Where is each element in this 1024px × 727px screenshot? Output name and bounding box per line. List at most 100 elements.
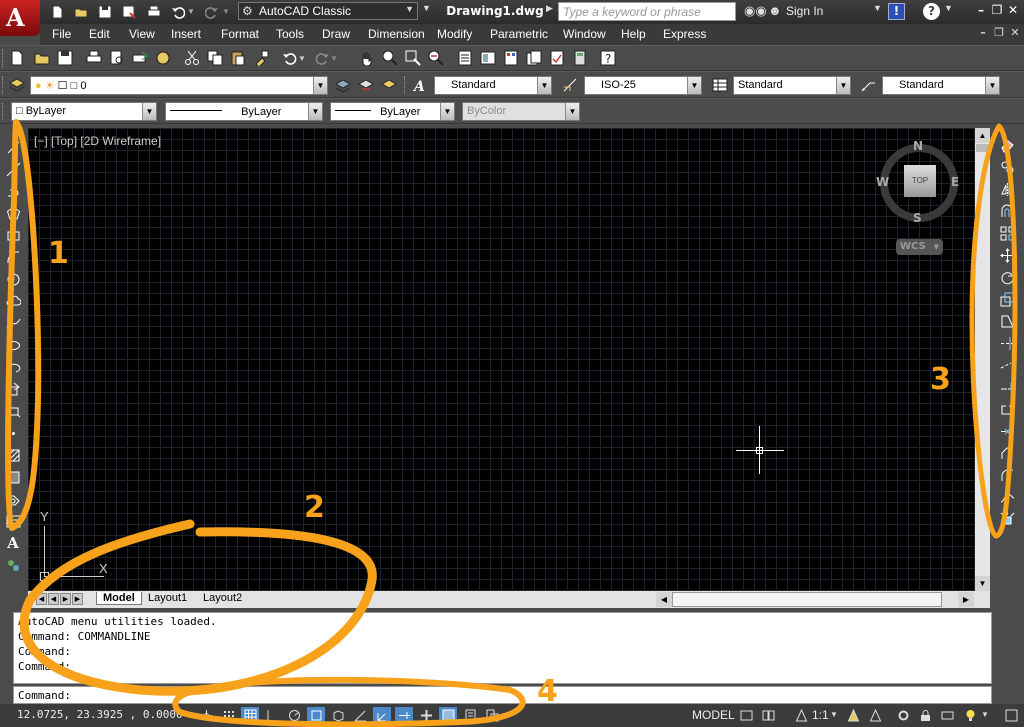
compass-south[interactable]: S xyxy=(913,211,922,225)
offset-icon[interactable] xyxy=(998,202,1016,220)
drawing-canvas[interactable]: [−] [Top] [2D Wireframe] N S E W TOP WCS… xyxy=(28,128,975,591)
point-icon[interactable] xyxy=(4,424,22,442)
undo-icon[interactable] xyxy=(169,3,187,20)
doc-close-icon[interactable]: ✕ xyxy=(1008,26,1022,40)
gradient-icon[interactable] xyxy=(4,468,22,486)
break-at-point-icon[interactable] xyxy=(998,378,1016,396)
quick-view-drawings-icon[interactable] xyxy=(759,707,777,724)
redo-dropdown-icon[interactable]: ▼ xyxy=(221,3,231,20)
scroll-left-button[interactable]: ◀ xyxy=(656,592,672,607)
ortho-mode-icon[interactable] xyxy=(263,707,281,724)
multileader-style-select[interactable]: Standard ▼ xyxy=(882,76,1000,95)
toolbar-grip[interactable] xyxy=(404,76,407,94)
chevron-down-icon[interactable]: ▼ xyxy=(944,3,953,13)
make-block-icon[interactable] xyxy=(4,402,22,420)
linetype-select[interactable]: ByLayer ▼ xyxy=(165,102,323,121)
menu-file[interactable]: File xyxy=(52,27,71,41)
table-icon[interactable] xyxy=(4,512,22,530)
scroll-right-button[interactable]: ▶ xyxy=(958,592,974,607)
rectangle-icon[interactable] xyxy=(4,226,22,244)
workspace-select[interactable]: ⚙ AutoCAD Classic ▼ xyxy=(238,2,418,20)
annotation-visibility-icon[interactable] xyxy=(844,707,862,724)
zoom-previous-icon[interactable] xyxy=(426,48,446,68)
erase-icon[interactable] xyxy=(998,136,1016,154)
application-menu-button[interactable]: A xyxy=(0,0,40,36)
annotation-scale-value[interactable]: 1:1 xyxy=(812,708,829,722)
insert-block-icon[interactable] xyxy=(4,380,22,398)
quick-calc-icon[interactable] xyxy=(570,48,590,68)
text-style-select[interactable]: Standard ▼ xyxy=(434,76,552,95)
table-style-select[interactable]: Standard ▼ xyxy=(733,76,851,95)
layer-properties-icon[interactable] xyxy=(7,75,27,95)
scroll-up-button[interactable]: ▲ xyxy=(975,128,990,143)
qnew-icon[interactable] xyxy=(7,48,27,68)
table-style-icon[interactable] xyxy=(710,75,730,95)
chevron-down-icon[interactable]: ▼ xyxy=(830,710,838,719)
transparency-icon[interactable] xyxy=(439,707,457,724)
snap-mode-icon[interactable] xyxy=(219,707,237,724)
menu-window[interactable]: Window xyxy=(563,27,606,41)
break-icon[interactable] xyxy=(998,400,1016,418)
minimize-icon[interactable]: – xyxy=(974,3,988,17)
dimension-style-select[interactable]: ISO-25 ▼ xyxy=(584,76,702,95)
tab-layout1[interactable]: Layout1 xyxy=(142,592,193,604)
move-icon[interactable] xyxy=(998,246,1016,264)
horizontal-scroll-thumb[interactable] xyxy=(672,592,942,607)
save-icon[interactable] xyxy=(96,3,114,20)
search-input[interactable]: Type a keyword or phrase xyxy=(558,2,736,21)
match-properties-icon[interactable] xyxy=(251,48,271,68)
arc-icon[interactable] xyxy=(4,248,22,266)
chamfer-icon[interactable] xyxy=(998,444,1016,462)
menu-tools[interactable]: Tools xyxy=(276,27,304,41)
scroll-thumb[interactable] xyxy=(976,144,989,152)
pan-icon[interactable] xyxy=(357,48,377,68)
fillet-icon[interactable] xyxy=(998,466,1016,484)
tab-model[interactable]: Model xyxy=(96,592,142,605)
coordinate-display[interactable]: 12.0725, 23.3925 , 0.0000 xyxy=(17,708,183,721)
dynamic-input-icon[interactable] xyxy=(395,707,413,724)
layer-states-icon[interactable] xyxy=(379,75,399,95)
add-selected-icon[interactable] xyxy=(4,556,22,574)
scroll-down-button[interactable]: ▼ xyxy=(975,576,990,591)
menu-parametric[interactable]: Parametric xyxy=(490,27,548,41)
lock-ui-icon[interactable] xyxy=(916,707,934,724)
design-center-icon[interactable] xyxy=(478,48,498,68)
markup-set-icon[interactable] xyxy=(547,48,567,68)
save-as-icon[interactable] xyxy=(120,3,138,20)
copy-icon[interactable] xyxy=(998,158,1016,176)
zoom-window-icon[interactable] xyxy=(403,48,423,68)
annotation-scale-icon[interactable] xyxy=(792,707,810,724)
stretch-icon[interactable] xyxy=(998,312,1016,330)
customize-qat-icon[interactable]: ▼ xyxy=(422,3,431,13)
chevron-down-icon[interactable]: ▼ xyxy=(981,710,989,719)
plot-icon[interactable] xyxy=(84,48,104,68)
print-icon[interactable] xyxy=(145,3,163,20)
model-space-toggle[interactable]: MODEL xyxy=(692,708,735,722)
scale-icon[interactable] xyxy=(998,290,1016,308)
compass-east[interactable]: E xyxy=(951,175,959,189)
properties-icon[interactable] xyxy=(455,48,475,68)
chevron-down-icon[interactable]: ▼ xyxy=(297,48,307,68)
viewcube-top-face[interactable]: TOP xyxy=(904,165,936,197)
restore-icon[interactable]: ❐ xyxy=(990,3,1004,17)
publish-icon[interactable] xyxy=(130,48,150,68)
copy-clip-icon[interactable] xyxy=(205,48,225,68)
polyline-icon[interactable] xyxy=(4,182,22,200)
make-object-layer-current-icon[interactable] xyxy=(333,75,353,95)
layer-previous-icon[interactable] xyxy=(356,75,376,95)
toolbar-grip[interactable] xyxy=(2,49,5,67)
sheet-set-icon[interactable] xyxy=(524,48,544,68)
plot-preview-icon[interactable] xyxy=(107,48,127,68)
menu-insert[interactable]: Insert xyxy=(171,27,201,41)
multileader-style-icon[interactable] xyxy=(858,75,878,95)
polar-tracking-icon[interactable] xyxy=(285,707,303,724)
doc-minimize-icon[interactable]: – xyxy=(976,26,990,40)
multiline-text-icon[interactable]: A xyxy=(4,534,22,552)
isolate-objects-icon[interactable] xyxy=(961,707,979,724)
line-icon[interactable] xyxy=(4,138,22,156)
menu-modify[interactable]: Modify xyxy=(437,27,472,41)
menu-express[interactable]: Express xyxy=(663,27,706,41)
undo-dropdown-icon[interactable]: ▼ xyxy=(186,3,196,20)
menu-format[interactable]: Format xyxy=(221,27,259,41)
quick-view-layouts-icon[interactable] xyxy=(737,707,755,724)
